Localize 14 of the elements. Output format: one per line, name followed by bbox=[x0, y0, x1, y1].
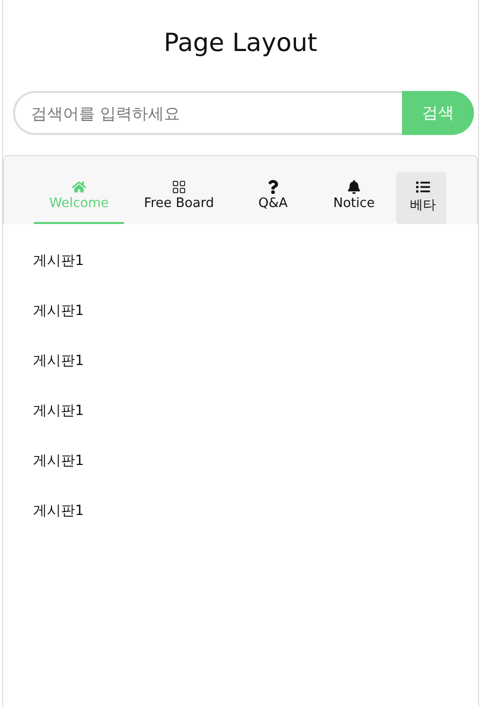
question-icon bbox=[266, 180, 280, 194]
post-title[interactable]: 게시판1 bbox=[33, 452, 478, 472]
post-title[interactable]: 게시판1 bbox=[33, 302, 478, 322]
post-title[interactable]: 게시판1 bbox=[33, 502, 478, 522]
search-field[interactable]: 검색어를 입력하세요 bbox=[13, 91, 402, 135]
tab[interactable]: 베타 bbox=[396, 172, 446, 224]
post-title[interactable]: 게시판1 bbox=[33, 402, 478, 422]
grid-icon bbox=[172, 180, 186, 194]
bell-icon bbox=[347, 180, 361, 194]
page-title: Page Layout bbox=[162, 27, 318, 57]
post-title[interactable]: 게시판1 bbox=[33, 352, 478, 372]
post-title[interactable]: 게시판1 bbox=[33, 252, 478, 272]
home-icon bbox=[72, 180, 86, 194]
list-icon bbox=[416, 180, 430, 194]
